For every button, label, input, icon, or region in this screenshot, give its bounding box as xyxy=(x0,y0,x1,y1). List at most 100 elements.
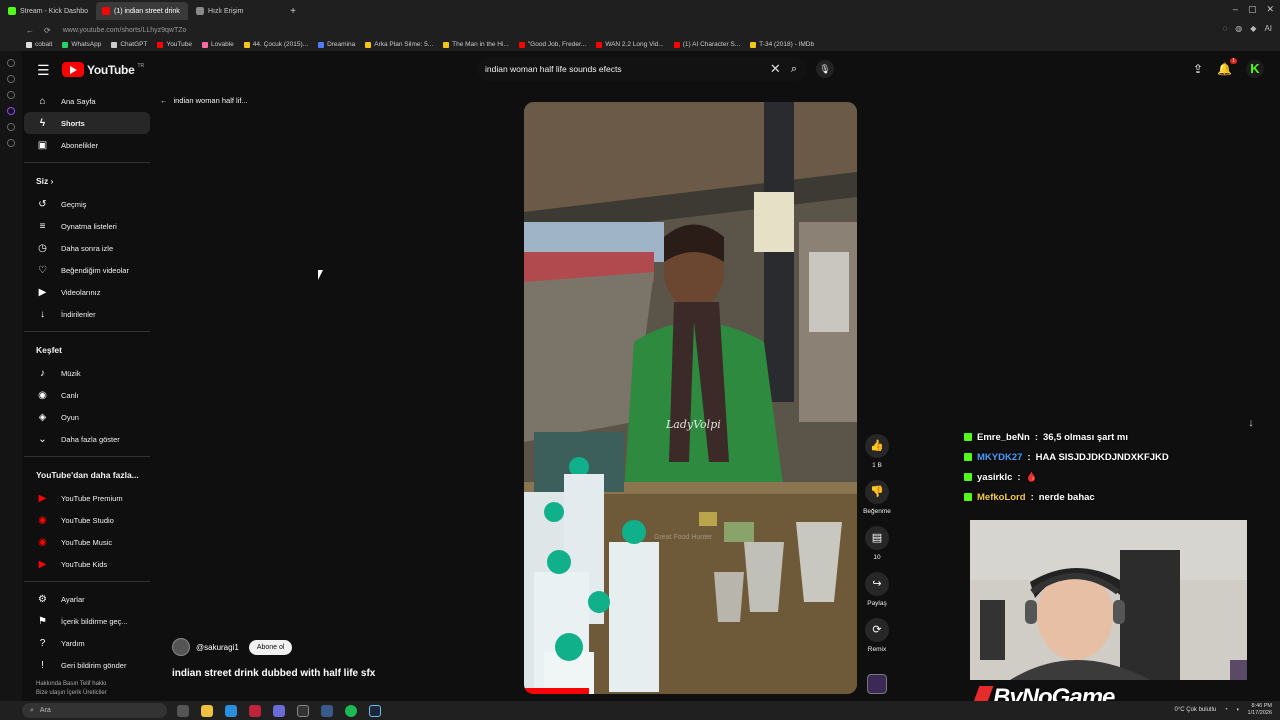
share-icon[interactable]: ↪ xyxy=(865,572,889,596)
file-explorer-icon[interactable] xyxy=(201,704,213,717)
next-short-arrow-icon[interactable]: ↓ xyxy=(1242,414,1260,432)
bookmark-item[interactable]: WhatsApp xyxy=(62,41,101,48)
sidebar-clock-icon[interactable] xyxy=(7,123,15,131)
chrome-icon[interactable] xyxy=(273,704,285,717)
obs-icon[interactable] xyxy=(297,704,309,717)
taskbar-search[interactable]: ⌕ Ara xyxy=(22,703,167,718)
clock[interactable]: 8:46 PM 1/17/2026 xyxy=(1248,703,1272,717)
back-arrow-icon[interactable]: ← xyxy=(26,26,34,35)
sidebar-item-youtube-premium[interactable]: ▶ YouTube Premium xyxy=(24,487,150,509)
reload-icon[interactable]: ⟳ xyxy=(44,26,51,35)
task-view-icon[interactable] xyxy=(177,704,189,717)
back-to-search[interactable]: ← indian woman half lif... xyxy=(160,96,248,105)
sidebar-item-send-feedback[interactable]: ! Geri bildirim gönder xyxy=(24,654,150,676)
edge-icon[interactable] xyxy=(225,704,237,717)
bookmark-item[interactable]: ChatGPT xyxy=(111,41,147,48)
sidebar-item-live[interactable]: ◉ Canlı xyxy=(24,384,150,406)
profile-icon[interactable]: ◍ xyxy=(1235,24,1242,33)
bookmark-item[interactable]: "Good Job, Freder... xyxy=(518,41,586,48)
search-icon[interactable]: ⌕ xyxy=(791,63,797,76)
volume-icon[interactable]: ◖ xyxy=(1236,707,1240,713)
footer-links-row2[interactable]: Bize ulaşın İçerik Üreticiler xyxy=(36,689,107,698)
sidebar-item-show-more[interactable]: ⌄ Daha fazla göster xyxy=(24,428,150,450)
new-tab-button[interactable]: + xyxy=(284,2,302,20)
sidebar-item-help[interactable]: ? Yardım xyxy=(24,632,150,654)
bookmark-item[interactable]: YouTube xyxy=(157,41,192,48)
subscribe-button[interactable]: Abone ol xyxy=(248,639,293,655)
chat-icon[interactable]: ◌ xyxy=(1223,24,1228,33)
remix-icon[interactable]: ⟳ xyxy=(865,618,889,642)
channel-name[interactable]: @sakuragi1 xyxy=(196,643,239,652)
comment-icon[interactable]: ▤ xyxy=(865,526,889,550)
url-field[interactable]: www.youtube.com/shorts/LLhyz9qwTZo xyxy=(63,27,187,34)
sidebar-item-shorts[interactable]: ϟ Shorts xyxy=(24,112,150,134)
footer-links-row1[interactable]: Hakkında Basın Telif hakkı xyxy=(36,680,107,689)
thumbs-up-icon[interactable]: 👍 xyxy=(865,434,889,458)
close-icon[interactable]: ✕ xyxy=(1266,4,1274,15)
bookmark-item[interactable]: Lovable xyxy=(202,41,234,48)
tab-quick-access[interactable]: Hızlı Erişim xyxy=(190,2,282,20)
sidebar-item-youtube-studio[interactable]: ◉ YouTube Studio xyxy=(24,509,150,531)
tab-indian-street-drink[interactable]: (1) indian street drink xyxy=(96,2,188,20)
sidebar-item-liked-videos[interactable]: ♡ Beğendiğim videolar xyxy=(24,259,150,281)
weather-widget[interactable]: 0°C Çok bulutlu xyxy=(1175,707,1217,713)
bookmark-item[interactable]: cobalt xyxy=(26,41,52,48)
sidebar-item-youtube-music[interactable]: ◉ YouTube Music xyxy=(24,531,150,553)
youtube-logo[interactable]: YouTube TR xyxy=(62,62,144,77)
search-box[interactable]: indian woman half life sounds efects ✕ ⌕ xyxy=(477,57,807,81)
notifications-icon[interactable]: 🔔 1 xyxy=(1217,58,1237,76)
channel-avatar[interactable] xyxy=(172,638,190,656)
sidebar-item-youtube-kids[interactable]: ▶ YouTube Kids xyxy=(24,553,150,575)
section-title-you[interactable]: Siz › xyxy=(24,169,150,193)
steam-icon[interactable] xyxy=(369,704,381,717)
short-video-player[interactable]: LadyVolpi Great Food Hunter xyxy=(524,102,857,694)
sidebar-item-subscriptions[interactable]: ▣ Abonelikler xyxy=(24,134,150,156)
wifi-icon[interactable]: ◔ xyxy=(1224,707,1228,713)
avatar[interactable]: K xyxy=(1246,60,1264,78)
short-title[interactable]: indian street drink dubbed with half lif… xyxy=(172,668,375,679)
sidebar-item-playlists[interactable]: ≡ Oynatma listeleri xyxy=(24,215,150,237)
comments-action[interactable]: ▤ 10 xyxy=(858,526,896,561)
sidebar-item-settings[interactable]: ⚙ Ayarlar xyxy=(24,588,150,610)
bookmark-item[interactable]: The Man in the Hi... xyxy=(443,41,509,48)
maximize-icon[interactable]: ▢ xyxy=(1248,4,1257,15)
tab-kick-dashboard[interactable]: Stream - Kick Dashbo xyxy=(2,2,94,20)
sidebar-messenger-icon[interactable] xyxy=(7,75,15,83)
settings-app-icon[interactable] xyxy=(321,704,333,717)
bookmark-item[interactable]: T-34 (2018) - IMDb xyxy=(750,41,814,48)
sidebar-item-music[interactable]: ♪ Müzik xyxy=(24,362,150,384)
sidebar-settings-icon[interactable] xyxy=(7,139,15,147)
opera-icon[interactable] xyxy=(249,704,261,717)
like-action[interactable]: 👍 1 B xyxy=(858,434,896,469)
share-action[interactable]: ↪ Paylaş xyxy=(858,572,896,607)
sound-thumbnail[interactable] xyxy=(867,674,887,694)
search-input[interactable]: indian woman half life sounds efects xyxy=(485,64,770,74)
sidebar-bookmark-icon[interactable] xyxy=(7,91,15,99)
bookmark-item[interactable]: Dreamina xyxy=(318,41,355,48)
bookmark-item[interactable]: WAN 2.2 Long Vid... xyxy=(596,41,664,48)
sidebar-item-your-videos[interactable]: ▶ Videolarınız xyxy=(24,281,150,303)
sidebar-item-watch-later[interactable]: ◷ Daha sonra izle xyxy=(24,237,150,259)
thumbs-down-icon[interactable]: 👎 xyxy=(865,480,889,504)
sidebar-item-home[interactable]: ⌂ Ana Sayfa xyxy=(24,90,150,112)
sidebar-item-downloads[interactable]: ↓ İndirilenler xyxy=(24,303,150,325)
bookmark-item[interactable]: 44. Çocuk (2015)... xyxy=(243,41,308,48)
clear-search-icon[interactable]: ✕ xyxy=(770,61,781,77)
sidebar-item-history[interactable]: ↺ Geçmiş xyxy=(24,193,150,215)
sidebar-item-report-history[interactable]: ⚑ İçerik bildirme geç... xyxy=(24,610,150,632)
sidebar-history-icon[interactable] xyxy=(7,59,15,67)
dislike-action[interactable]: 👎 Beğenme xyxy=(858,480,896,515)
hamburger-menu-icon[interactable]: ☰ xyxy=(37,62,50,79)
bookmark-item[interactable]: Arka Plan Silme: 5... xyxy=(365,41,433,48)
shorts-icon: ϟ xyxy=(39,117,46,129)
remix-action[interactable]: ⟳ Remix xyxy=(858,618,896,653)
sidebar-twitch-icon[interactable] xyxy=(7,107,15,115)
microphone-icon[interactable]: 🎙 xyxy=(816,60,834,78)
spotify-icon[interactable] xyxy=(345,704,357,717)
upload-icon[interactable]: ⇪ xyxy=(1193,62,1203,76)
ai-label[interactable]: AI xyxy=(1264,24,1272,33)
bookmark-item[interactable]: (1) AI Character S... xyxy=(673,41,740,48)
extensions-icon[interactable]: ◆ xyxy=(1250,24,1256,33)
minimize-icon[interactable]: – xyxy=(1233,4,1238,15)
sidebar-item-gaming[interactable]: ◈ Oyun xyxy=(24,406,150,428)
